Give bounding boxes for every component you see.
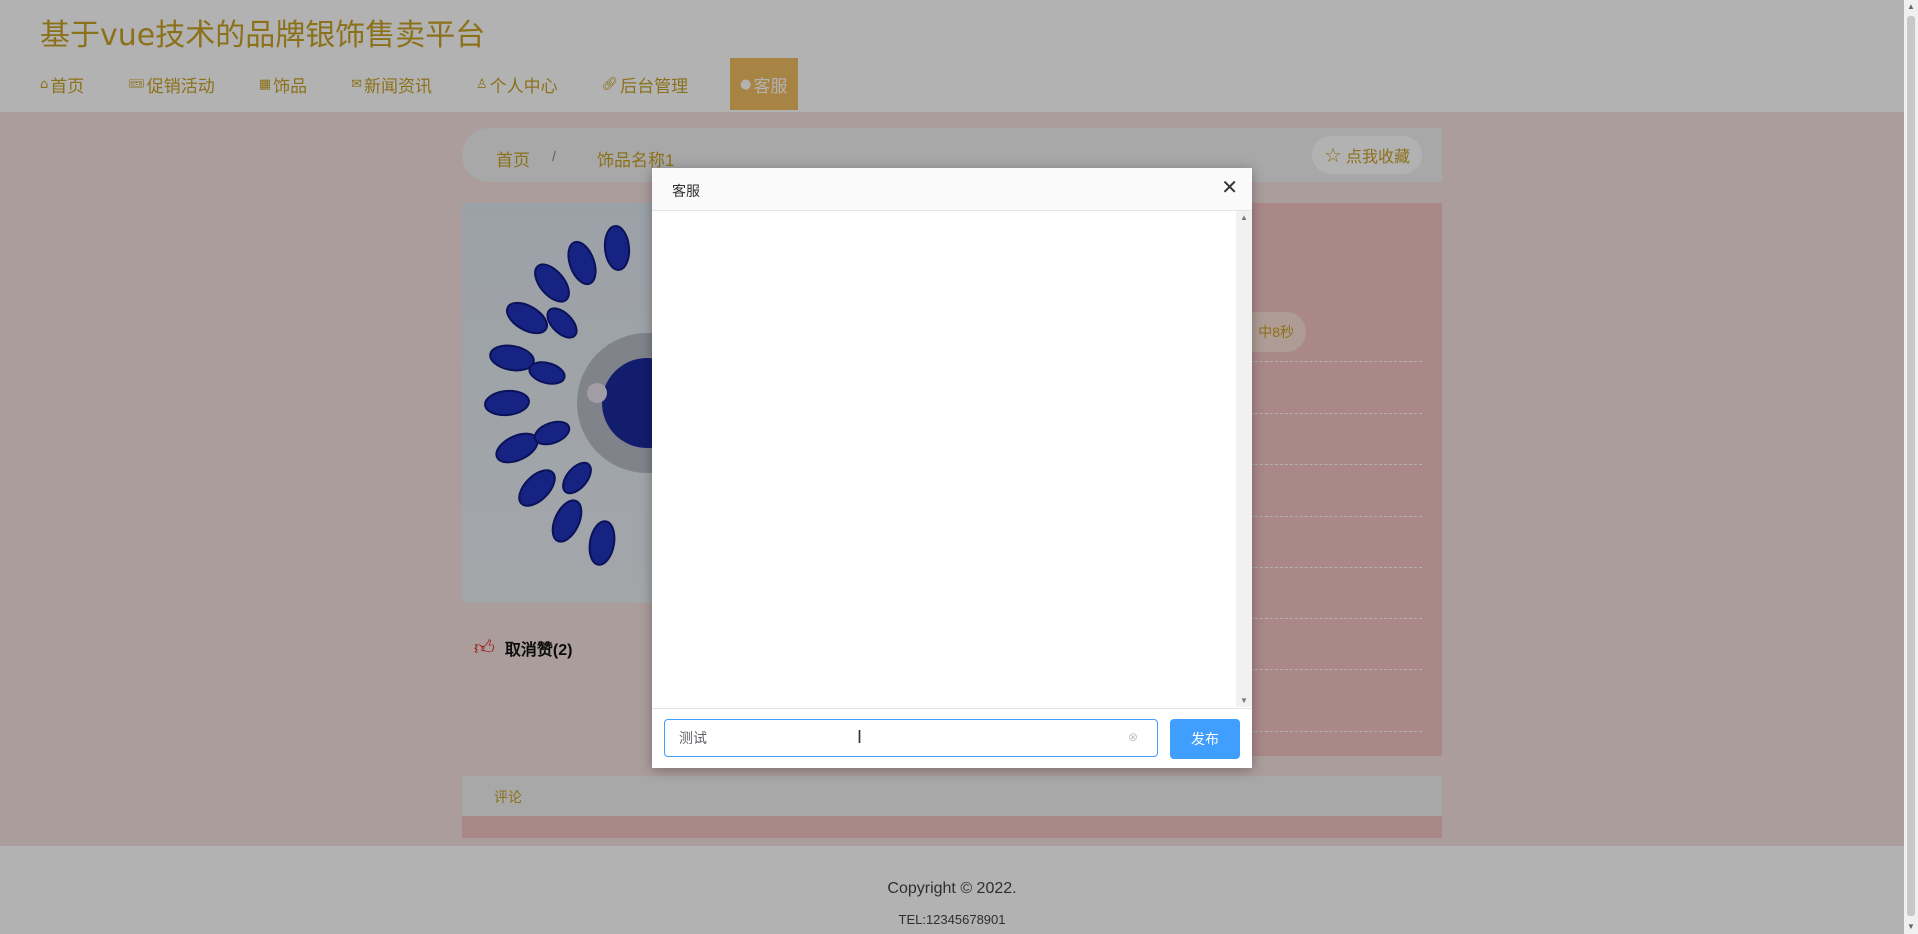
- chat-scrollbar[interactable]: ▲ ▼: [1236, 211, 1252, 707]
- scrollbar-thumb[interactable]: [1907, 16, 1915, 916]
- scroll-up-arrow-icon[interactable]: ▲: [1904, 0, 1918, 14]
- scroll-down-arrow-icon[interactable]: ▼: [1904, 920, 1918, 934]
- clear-icon[interactable]: ⊗: [1126, 730, 1140, 744]
- message-input[interactable]: [664, 719, 1158, 757]
- scroll-down-arrow-icon[interactable]: ▼: [1236, 696, 1252, 705]
- dialog-title: 客服: [672, 183, 700, 199]
- chat-messages-area[interactable]: [652, 211, 1236, 707]
- scroll-up-arrow-icon[interactable]: ▲: [1236, 213, 1252, 222]
- text-cursor-icon: I: [857, 727, 863, 747]
- chat-input-row: ⊗ 发布: [652, 708, 1252, 769]
- close-icon[interactable]: ✕: [1221, 177, 1238, 199]
- dialog-header: 客服 ✕: [652, 168, 1252, 211]
- send-button[interactable]: 发布: [1170, 719, 1240, 759]
- customer-service-dialog: 客服 ✕ ▲ ▼ ⊗ 发布: [652, 168, 1252, 768]
- page-scrollbar[interactable]: ▲ ▼: [1904, 0, 1918, 934]
